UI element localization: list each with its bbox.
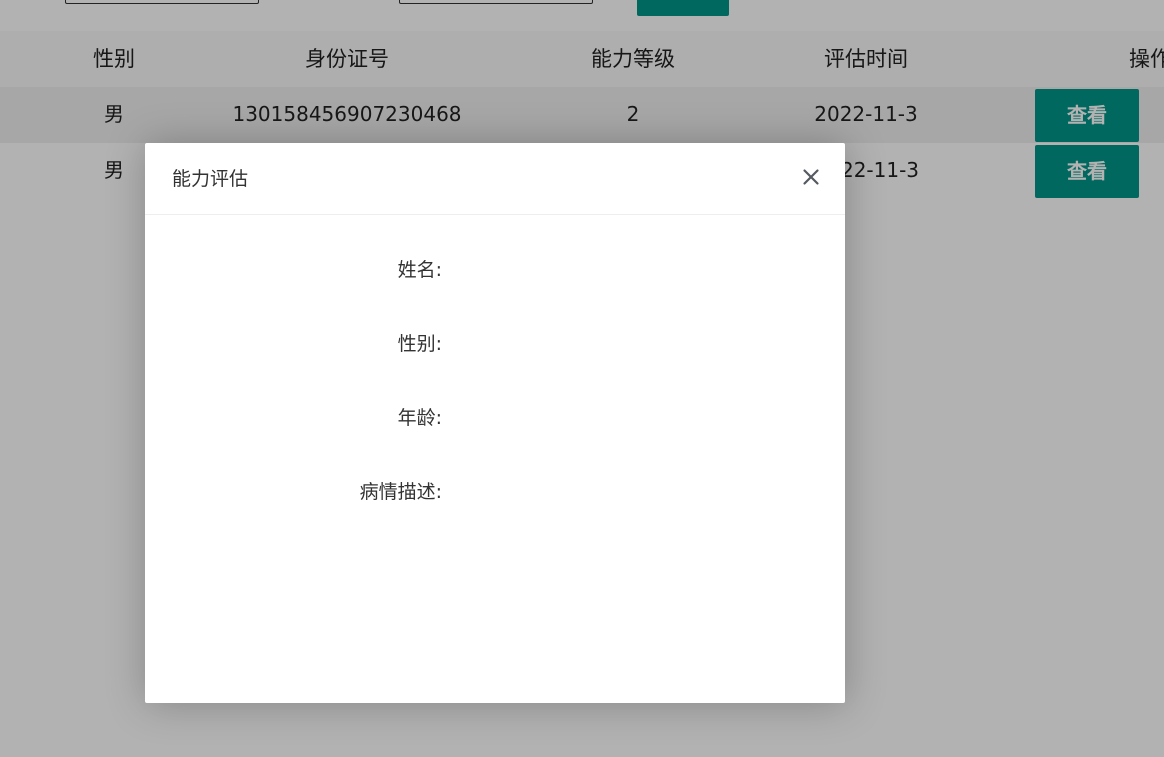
dialog-header: 能力评估 — [145, 143, 845, 215]
field-label-age: 年龄: — [397, 407, 442, 429]
ability-assessment-dialog: 能力评估 姓名: 性别: 年龄: 病情描述: — [145, 143, 845, 703]
close-icon[interactable] — [797, 163, 825, 191]
dialog-title: 能力评估 — [172, 168, 249, 190]
field-label-gender: 性别: — [397, 333, 442, 355]
field-label-name: 姓名: — [397, 259, 442, 281]
field-label-condition: 病情描述: — [359, 481, 442, 503]
